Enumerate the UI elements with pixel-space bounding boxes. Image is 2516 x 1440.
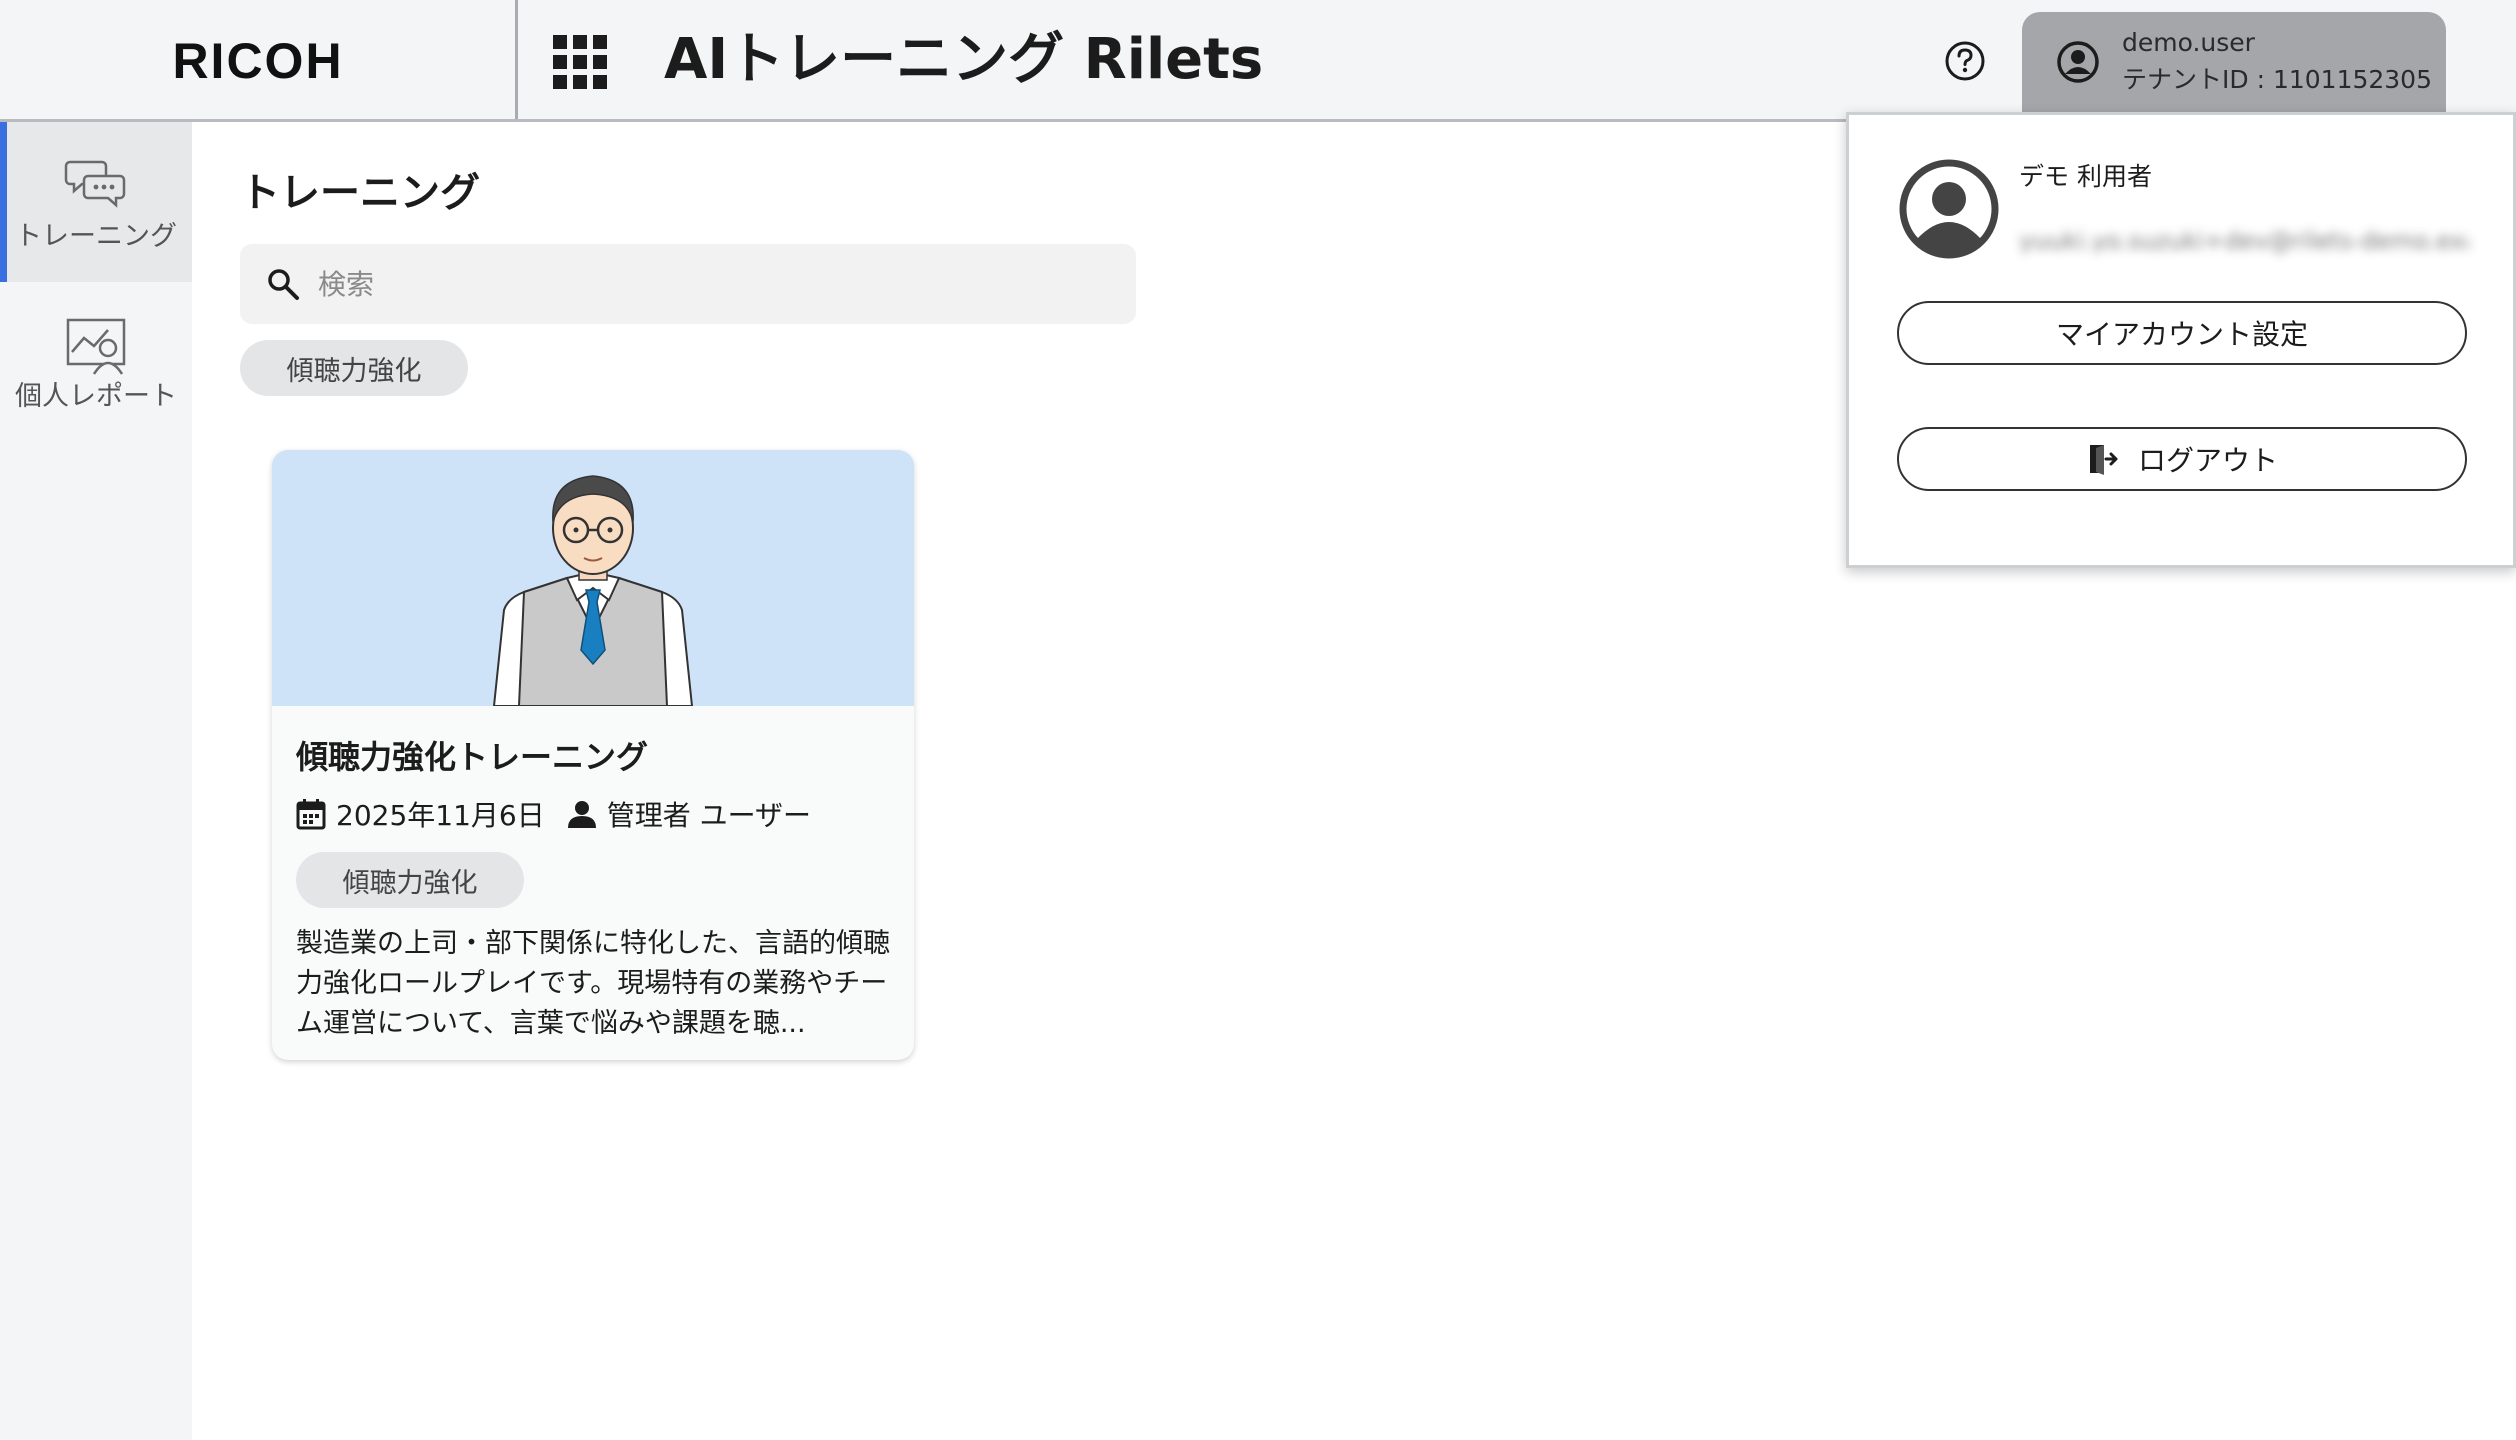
report-chart-icon [66, 318, 126, 375]
page-title: トレーニング [240, 170, 480, 216]
account-settings-button[interactable]: マイアカウント設定 [1897, 301, 2467, 365]
sidebar-item-label: トレーニング [15, 221, 177, 252]
search-input[interactable] [318, 267, 1118, 301]
logout-button[interactable]: ログアウト [1897, 427, 2467, 491]
card-meta: 2025年11月6日 管理者 ユーザー [296, 794, 811, 834]
person-icon [567, 801, 596, 828]
logo-wordmark: RICOH [172, 38, 343, 82]
card-thumbnail [272, 450, 914, 706]
search-icon [268, 269, 299, 300]
sidebar: トレーニング 個人レポート [0, 122, 192, 1440]
app-header: RICOH AIトレーニング Rilets demo.user テナントID :… [0, 0, 2516, 122]
user-email: yuuki.yo.suzuki+dev@rilets-demo.example [2019, 227, 2469, 253]
account-settings-label: マイアカウント設定 [2055, 318, 2308, 351]
user-avatar-icon [1899, 159, 1999, 259]
card-tag: 傾聴力強化 [296, 852, 524, 908]
logout-door-icon [2089, 445, 2118, 475]
calendar-icon [296, 799, 326, 830]
card-date: 2025年11月6日 [336, 799, 545, 832]
user-menu-dropdown: デモ 利用者 yuuki.yo.suzuki+dev@rilets-demo.e… [1846, 112, 2516, 568]
search-bar [240, 244, 1136, 324]
user-display-name: デモ 利用者 [2019, 162, 2152, 191]
tenant-id-label: テナントID : 1101152305 [2122, 65, 2432, 94]
sidebar-item-label: 個人レポート [15, 381, 177, 412]
user-avatar-icon [2057, 41, 2099, 83]
app-launcher-grid-icon[interactable] [552, 34, 608, 90]
svg-text:RICOH: RICOH [172, 38, 343, 82]
filter-tag-listening[interactable]: 傾聴力強化 [240, 340, 468, 396]
ricoh-logo[interactable]: RICOH [0, 0, 518, 119]
chat-bubbles-icon [64, 160, 126, 208]
businessman-illustration [492, 475, 694, 706]
training-card[interactable]: 傾聴力強化トレーニング 2025年11月6日 管理者 ユーザー 傾聴力強化 製造… [272, 450, 914, 1060]
sidebar-item-personal-report[interactable]: 個人レポート [0, 282, 192, 442]
help-icon[interactable] [1944, 40, 1986, 82]
card-title: 傾聴力強化トレーニング [296, 738, 649, 776]
app-title: AIトレーニング Rilets [664, 27, 1264, 92]
sidebar-item-training[interactable]: トレーニング [0, 122, 192, 282]
card-description: 製造業の上司・部下関係に特化した、言語的傾聴力強化ロールプレイです。現場特有の業… [296, 928, 890, 1039]
logout-label: ログアウト [2137, 444, 2278, 477]
card-author: 管理者 ユーザー [606, 799, 812, 832]
user-account-button[interactable]: demo.user テナントID : 1101152305 [2022, 12, 2446, 122]
username-label: demo.user [2122, 28, 2255, 57]
